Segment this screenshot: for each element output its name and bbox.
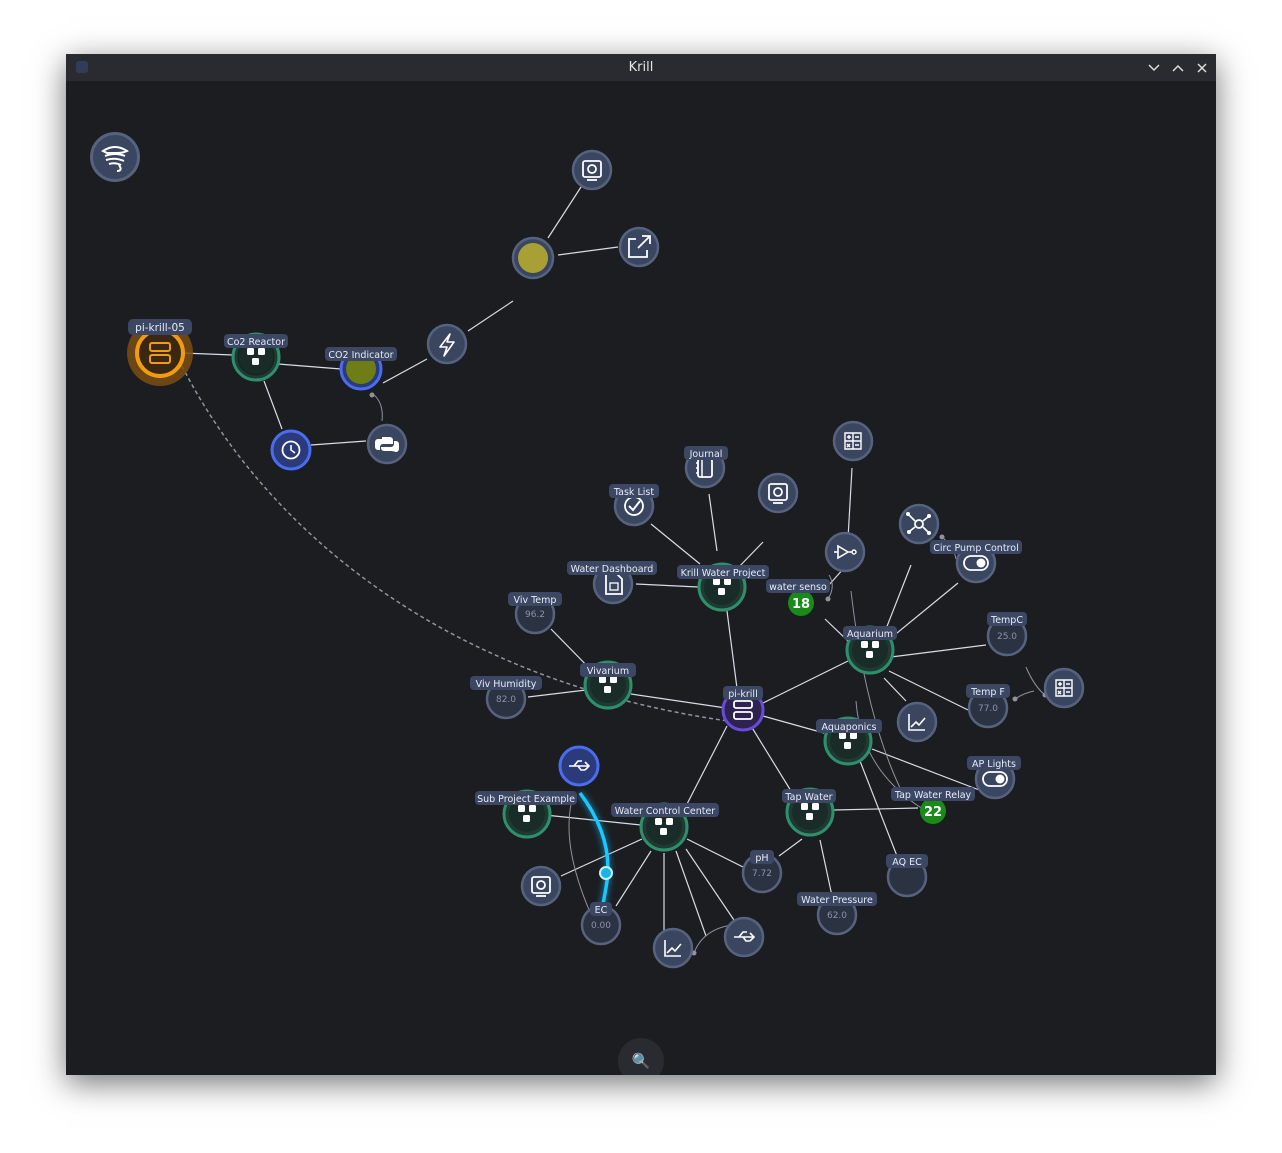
trigger-node[interactable]: [426, 323, 468, 365]
chevron-down-icon: [1148, 63, 1160, 71]
label-tap-water: Tap Water: [784, 792, 832, 803]
svg-text:18: 18: [792, 597, 810, 612]
circ-pump-node[interactable]: [898, 503, 940, 545]
calculator-node-top[interactable]: [832, 420, 874, 462]
label-co2-reactor: Co2 Reactor: [227, 337, 285, 348]
state-node-olive[interactable]: [511, 236, 555, 280]
count-badge-water-sensor: 18: [788, 590, 814, 616]
label-water-dashboard: Water Dashboard: [571, 564, 654, 575]
label-aquarium: Aquarium: [847, 629, 893, 640]
label-task-list: Task List: [613, 487, 654, 498]
external-link-node[interactable]: [618, 226, 660, 268]
label-water-control-center: Water Control Center: [615, 806, 716, 817]
label-ec: EC: [595, 905, 608, 916]
label-tempc: TempC: [990, 615, 1023, 626]
label-co2-indicator: CO2 Indicator: [328, 350, 393, 361]
script-node-python[interactable]: [366, 423, 408, 465]
label-water-sensor: water senso: [769, 582, 827, 593]
svg-text:96.2: 96.2: [525, 610, 545, 620]
label-viv-humidity: Viv Humidity: [476, 679, 537, 690]
label-ap-lights: AP Lights: [972, 759, 1016, 770]
node-graph[interactable]: 18 25.0 77.0 96.2 82.0 22 7.72 62.0 0.00…: [66, 81, 1216, 1075]
label-viv-temp: Viv Temp: [514, 595, 557, 606]
label-aq-ec: AQ EC: [892, 857, 922, 868]
calculator-node-right[interactable]: [1043, 667, 1085, 709]
maximize-button[interactable]: [1166, 54, 1190, 81]
svg-text:77.0: 77.0: [978, 704, 998, 714]
camera-node-project[interactable]: [757, 472, 799, 514]
label-aquaponics: Aquaponics: [822, 722, 877, 733]
svg-text:22: 22: [924, 805, 942, 820]
krill-logo-icon: [101, 146, 129, 172]
svg-text:25.0: 25.0: [997, 632, 1017, 642]
chart-node-bottom[interactable]: [652, 927, 694, 969]
chart-node-aquarium[interactable]: [896, 701, 938, 743]
svg-text:62.0: 62.0: [827, 911, 847, 921]
svg-text:82.0: 82.0: [496, 695, 516, 705]
window-title: Krill: [628, 60, 654, 75]
label-tap-water-relay: Tap Water Relay: [894, 790, 972, 801]
close-button[interactable]: [1190, 54, 1214, 81]
svg-text:0.00: 0.00: [591, 921, 611, 931]
krill-window: Krill 18 25.0 77.0 96.2 82.0 22 7.72 62.…: [66, 54, 1216, 1075]
graph-canvas[interactable]: 18 25.0 77.0 96.2 82.0 22 7.72 62.0 0.00…: [66, 81, 1216, 1075]
label-circ-pump-control: Circ Pump Control: [933, 543, 1018, 554]
water-sensor-node[interactable]: [824, 531, 866, 573]
count-badge-tap-water: 22: [920, 798, 946, 824]
label-pi-krill: pi-krill: [728, 689, 757, 700]
remote-link: [181, 365, 729, 722]
node-labels: pi-krill-05 Co2 Reactor CO2 Indicator Jo…: [128, 319, 1027, 916]
label-ph: pH: [755, 853, 768, 864]
label-krill-water-project: Krill Water Project: [681, 568, 766, 579]
label-temp-f: Temp F: [970, 687, 1005, 698]
connector-node-sub-project[interactable]: [558, 745, 600, 787]
minimize-button[interactable]: [1142, 54, 1166, 81]
label-vivarium: Vivarium: [587, 666, 629, 677]
connector-node-bottom[interactable]: [723, 916, 765, 958]
krill-logo-button[interactable]: [90, 132, 140, 182]
edges: [181, 169, 988, 937]
schedule-node[interactable]: [270, 429, 312, 471]
label-journal: Journal: [689, 449, 723, 460]
chevron-up-icon: [1172, 64, 1184, 72]
label-sub-project-example: Sub Project Example: [477, 794, 575, 805]
label-water-pressure: Water Pressure: [801, 895, 873, 906]
label-pi-krill-05: pi-krill-05: [135, 322, 185, 334]
camera-node-bottom[interactable]: [520, 865, 562, 907]
close-icon: [1197, 62, 1207, 73]
search-icon: 🔍: [631, 1052, 651, 1070]
title-bar: Krill: [66, 54, 1216, 81]
svg-text:7.72: 7.72: [752, 869, 772, 879]
camera-node-top[interactable]: [571, 149, 613, 191]
